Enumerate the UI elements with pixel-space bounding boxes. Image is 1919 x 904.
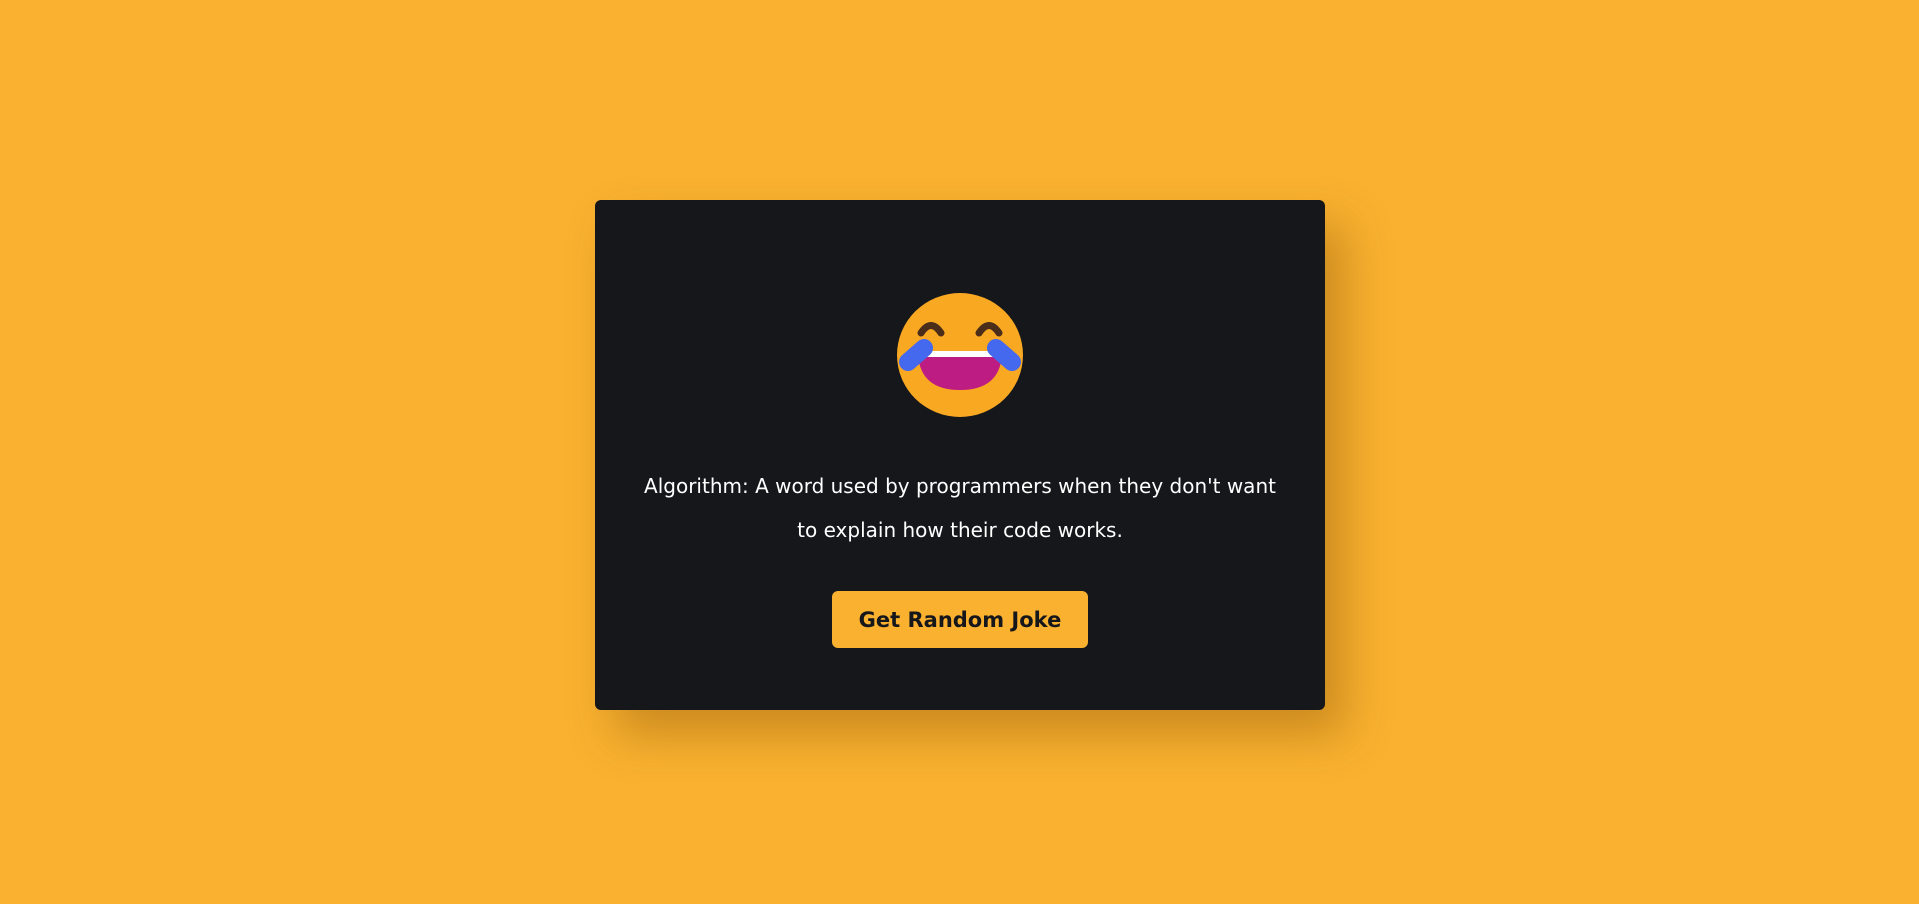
- joke-card: Algorithm: A word used by programmers wh…: [595, 200, 1325, 710]
- joke-text: Algorithm: A word used by programmers wh…: [644, 474, 1276, 542]
- get-random-joke-button[interactable]: Get Random Joke: [832, 591, 1088, 648]
- laughing-tears-emoji-icon: [888, 288, 1032, 422]
